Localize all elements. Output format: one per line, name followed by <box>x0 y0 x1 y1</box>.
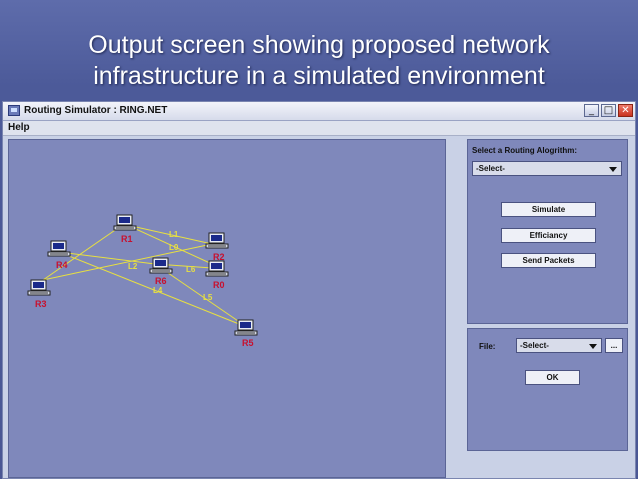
node-label-r4: R4 <box>56 260 68 270</box>
close-button[interactable]: ✕ <box>618 104 633 117</box>
maximize-button[interactable]: □ <box>601 104 616 117</box>
routing-control-panel: Select a Routing Alogrithm: -Select- Sim… <box>467 139 628 324</box>
send-packets-button[interactable]: Send Packets <box>501 253 596 268</box>
node-label-r1: R1 <box>121 234 133 244</box>
chevron-down-icon <box>609 167 617 172</box>
slide-title-line-2: infrastructure in a simulated environmen… <box>93 62 545 90</box>
computer-icon <box>149 257 173 274</box>
efficiency-button[interactable]: Efficiancy <box>501 228 596 243</box>
link-label-l1: L1 <box>169 230 179 239</box>
slide-title: Output screen showing proposed network i… <box>0 30 638 92</box>
link-label-l0: L0 <box>169 243 179 252</box>
computer-icon <box>205 260 229 277</box>
file-select-value: -Select- <box>520 341 549 350</box>
application-window: Routing Simulator : RING.NET _ □ ✕ Help <box>2 101 636 479</box>
node-label-r5: R5 <box>242 338 254 348</box>
file-control-panel: File: -Select- ... OK <box>467 328 628 451</box>
link-label-l6: L6 <box>186 265 196 274</box>
slide-title-line-1: Output screen showing proposed network <box>88 31 550 59</box>
network-links <box>42 224 242 325</box>
link-label-l5: L5 <box>203 293 213 302</box>
network-canvas[interactable]: R1 R2 R0 R6 R4 R3 R5 L1 L0 L2 L6 L4 L5 <box>8 139 446 478</box>
algorithm-label: Select a Routing Alogrithm: <box>472 146 578 155</box>
node-label-r6: R6 <box>155 276 167 286</box>
file-label: File: <box>479 342 496 351</box>
browse-button[interactable]: ... <box>605 338 623 353</box>
window-title: Routing Simulator : RING.NET <box>24 105 168 116</box>
link-label-l2: L2 <box>128 262 138 271</box>
link-label-l4: L4 <box>153 286 163 295</box>
simulate-button[interactable]: Simulate <box>501 202 596 217</box>
chevron-down-icon <box>589 344 597 349</box>
window-titlebar[interactable]: Routing Simulator : RING.NET _ □ ✕ <box>3 102 635 121</box>
algorithm-select[interactable]: -Select- <box>472 161 622 176</box>
menu-bar: Help <box>3 121 635 136</box>
node-label-r0: R0 <box>213 280 225 290</box>
menu-help[interactable]: Help <box>8 122 30 133</box>
minimize-button[interactable]: _ <box>584 104 599 117</box>
file-select[interactable]: -Select- <box>516 338 602 353</box>
computer-icon <box>234 319 258 336</box>
computer-icon <box>27 279 51 296</box>
node-label-r2: R2 <box>213 252 225 262</box>
node-label-r3: R3 <box>35 299 47 309</box>
app-icon <box>8 105 20 116</box>
computer-icon <box>205 232 229 249</box>
ok-button[interactable]: OK <box>525 370 580 385</box>
computer-icon <box>113 214 137 231</box>
algorithm-select-value: -Select- <box>476 164 505 173</box>
computer-icon <box>47 240 71 257</box>
